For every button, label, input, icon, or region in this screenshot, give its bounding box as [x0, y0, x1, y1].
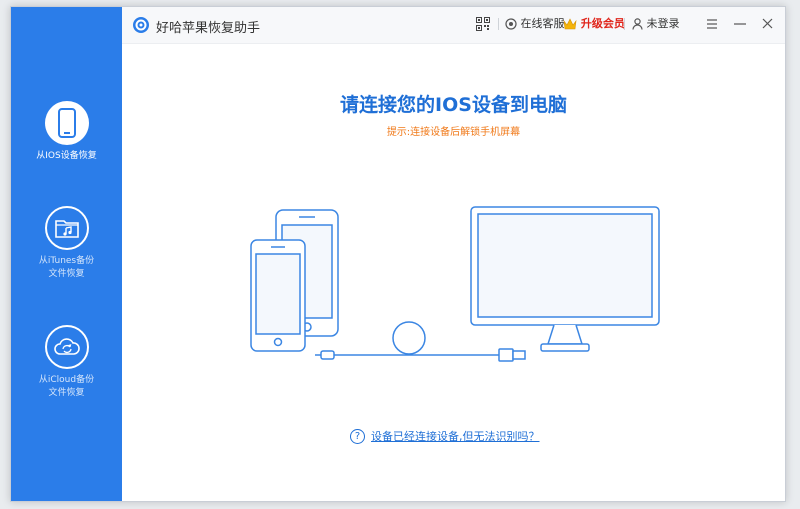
- sidebar-item-sublabel: 文件恢复: [48, 269, 85, 279]
- title-bar-actions: 在线客服 升级会员 未登录: [11, 7, 785, 43]
- sidebar-item-label: 从iTunes备份: [38, 256, 95, 266]
- music-folder-icon: [44, 206, 89, 250]
- hint-text: 提示:连接设备后解锁手机屏幕: [386, 127, 521, 138]
- sidebar-item-sublabel: 文件恢复: [48, 388, 85, 398]
- online-service-label: 在线客服: [520, 17, 565, 30]
- sidebar-item-ios-device[interactable]: 从IOS设备恢复: [11, 101, 122, 163]
- help-link-text: 设备已经连接设备,但无法识别吗？: [371, 430, 540, 443]
- sidebar-item-label: 从IOS设备恢复: [36, 151, 97, 161]
- qr-code-icon[interactable]: [476, 17, 490, 31]
- app-window: 从IOS设备恢复 从iTunes备份 文件恢复 从iCloud备份 文件恢复 好…: [10, 6, 786, 502]
- sidebar: 从IOS设备恢复 从iTunes备份 文件恢复 从iCloud备份 文件恢复: [11, 7, 122, 501]
- menu-icon[interactable]: [706, 19, 718, 29]
- headset-icon: [505, 18, 517, 30]
- sidebar-item-icloud-backup[interactable]: 从iCloud备份 文件恢复: [11, 325, 122, 400]
- connect-device-illustration: [250, 206, 660, 362]
- online-service-button[interactable]: 在线客服: [505, 16, 565, 32]
- sidebar-item-label: 从iCloud备份: [38, 375, 95, 385]
- cloud-sync-icon: [44, 325, 89, 369]
- minimize-icon[interactable]: [734, 23, 746, 25]
- help-icon: ?: [350, 428, 365, 444]
- upgrade-label: 升级会员: [580, 17, 625, 30]
- divider: [624, 18, 625, 30]
- phone-icon: [44, 101, 89, 145]
- help-link[interactable]: ? 设备已经连接设备,但无法识别吗？: [350, 428, 540, 444]
- login-label: 未登录: [646, 17, 680, 30]
- divider: [498, 18, 499, 30]
- crown-icon: [563, 18, 577, 30]
- close-icon[interactable]: [762, 18, 773, 29]
- user-icon: [632, 18, 643, 30]
- login-button[interactable]: 未登录: [632, 16, 680, 32]
- page-title: 请连接您的IOS设备到电脑: [340, 94, 567, 116]
- sidebar-item-itunes-backup[interactable]: 从iTunes备份 文件恢复: [11, 206, 122, 281]
- upgrade-button[interactable]: 升级会员: [563, 16, 625, 32]
